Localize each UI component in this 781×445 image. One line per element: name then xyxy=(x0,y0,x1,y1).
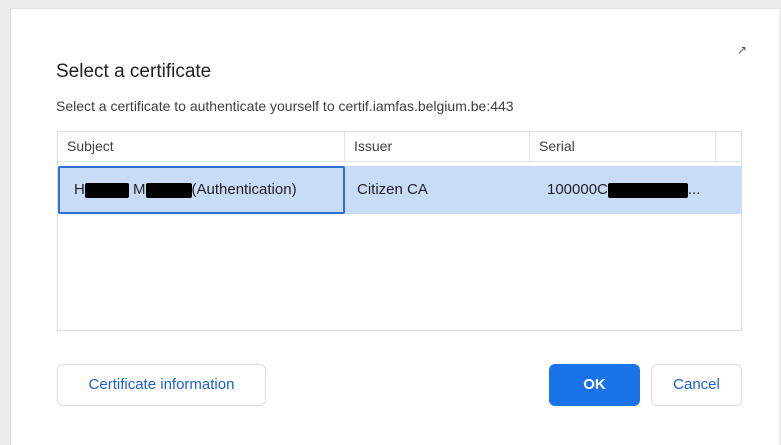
serial-text-prefix: 100000C xyxy=(547,181,608,198)
redaction-block xyxy=(145,182,192,198)
redaction-block xyxy=(607,182,688,198)
subject-text-middle: M xyxy=(133,181,146,198)
cancel-button[interactable]: Cancel xyxy=(651,364,742,406)
column-header-issuer[interactable]: Issuer xyxy=(344,132,529,161)
certificate-information-button[interactable]: Certificate information xyxy=(57,364,266,406)
ok-button[interactable]: OK xyxy=(549,364,640,406)
serial-text-suffix: ... xyxy=(687,181,701,198)
subject-cell: H M (Authentication) xyxy=(58,166,345,214)
table-header: Subject Issuer Serial xyxy=(58,132,741,162)
dialog-subtitle: Select a certificate to authenticate you… xyxy=(56,98,514,114)
certificate-dialog: ↗ Select a certificate Select a certific… xyxy=(10,8,779,445)
dialog-title: Select a certificate xyxy=(56,61,212,82)
subject-text-suffix: (Authentication) xyxy=(191,181,297,198)
serial-cell: 100000C... xyxy=(547,166,737,214)
redaction-block xyxy=(84,182,129,198)
resize-arrow-icon[interactable]: ↗ xyxy=(735,43,749,57)
table-row[interactable]: H M (Authentication) Citizen CA 100000C..… xyxy=(58,166,741,214)
issuer-cell: Citizen CA xyxy=(357,181,428,198)
column-header-filler xyxy=(715,132,741,161)
column-header-serial[interactable]: Serial xyxy=(529,132,715,161)
subject-text-prefix: H xyxy=(74,181,85,198)
certificate-table: Subject Issuer Serial H M (Authentication… xyxy=(57,131,742,331)
column-header-subject[interactable]: Subject xyxy=(58,132,344,161)
